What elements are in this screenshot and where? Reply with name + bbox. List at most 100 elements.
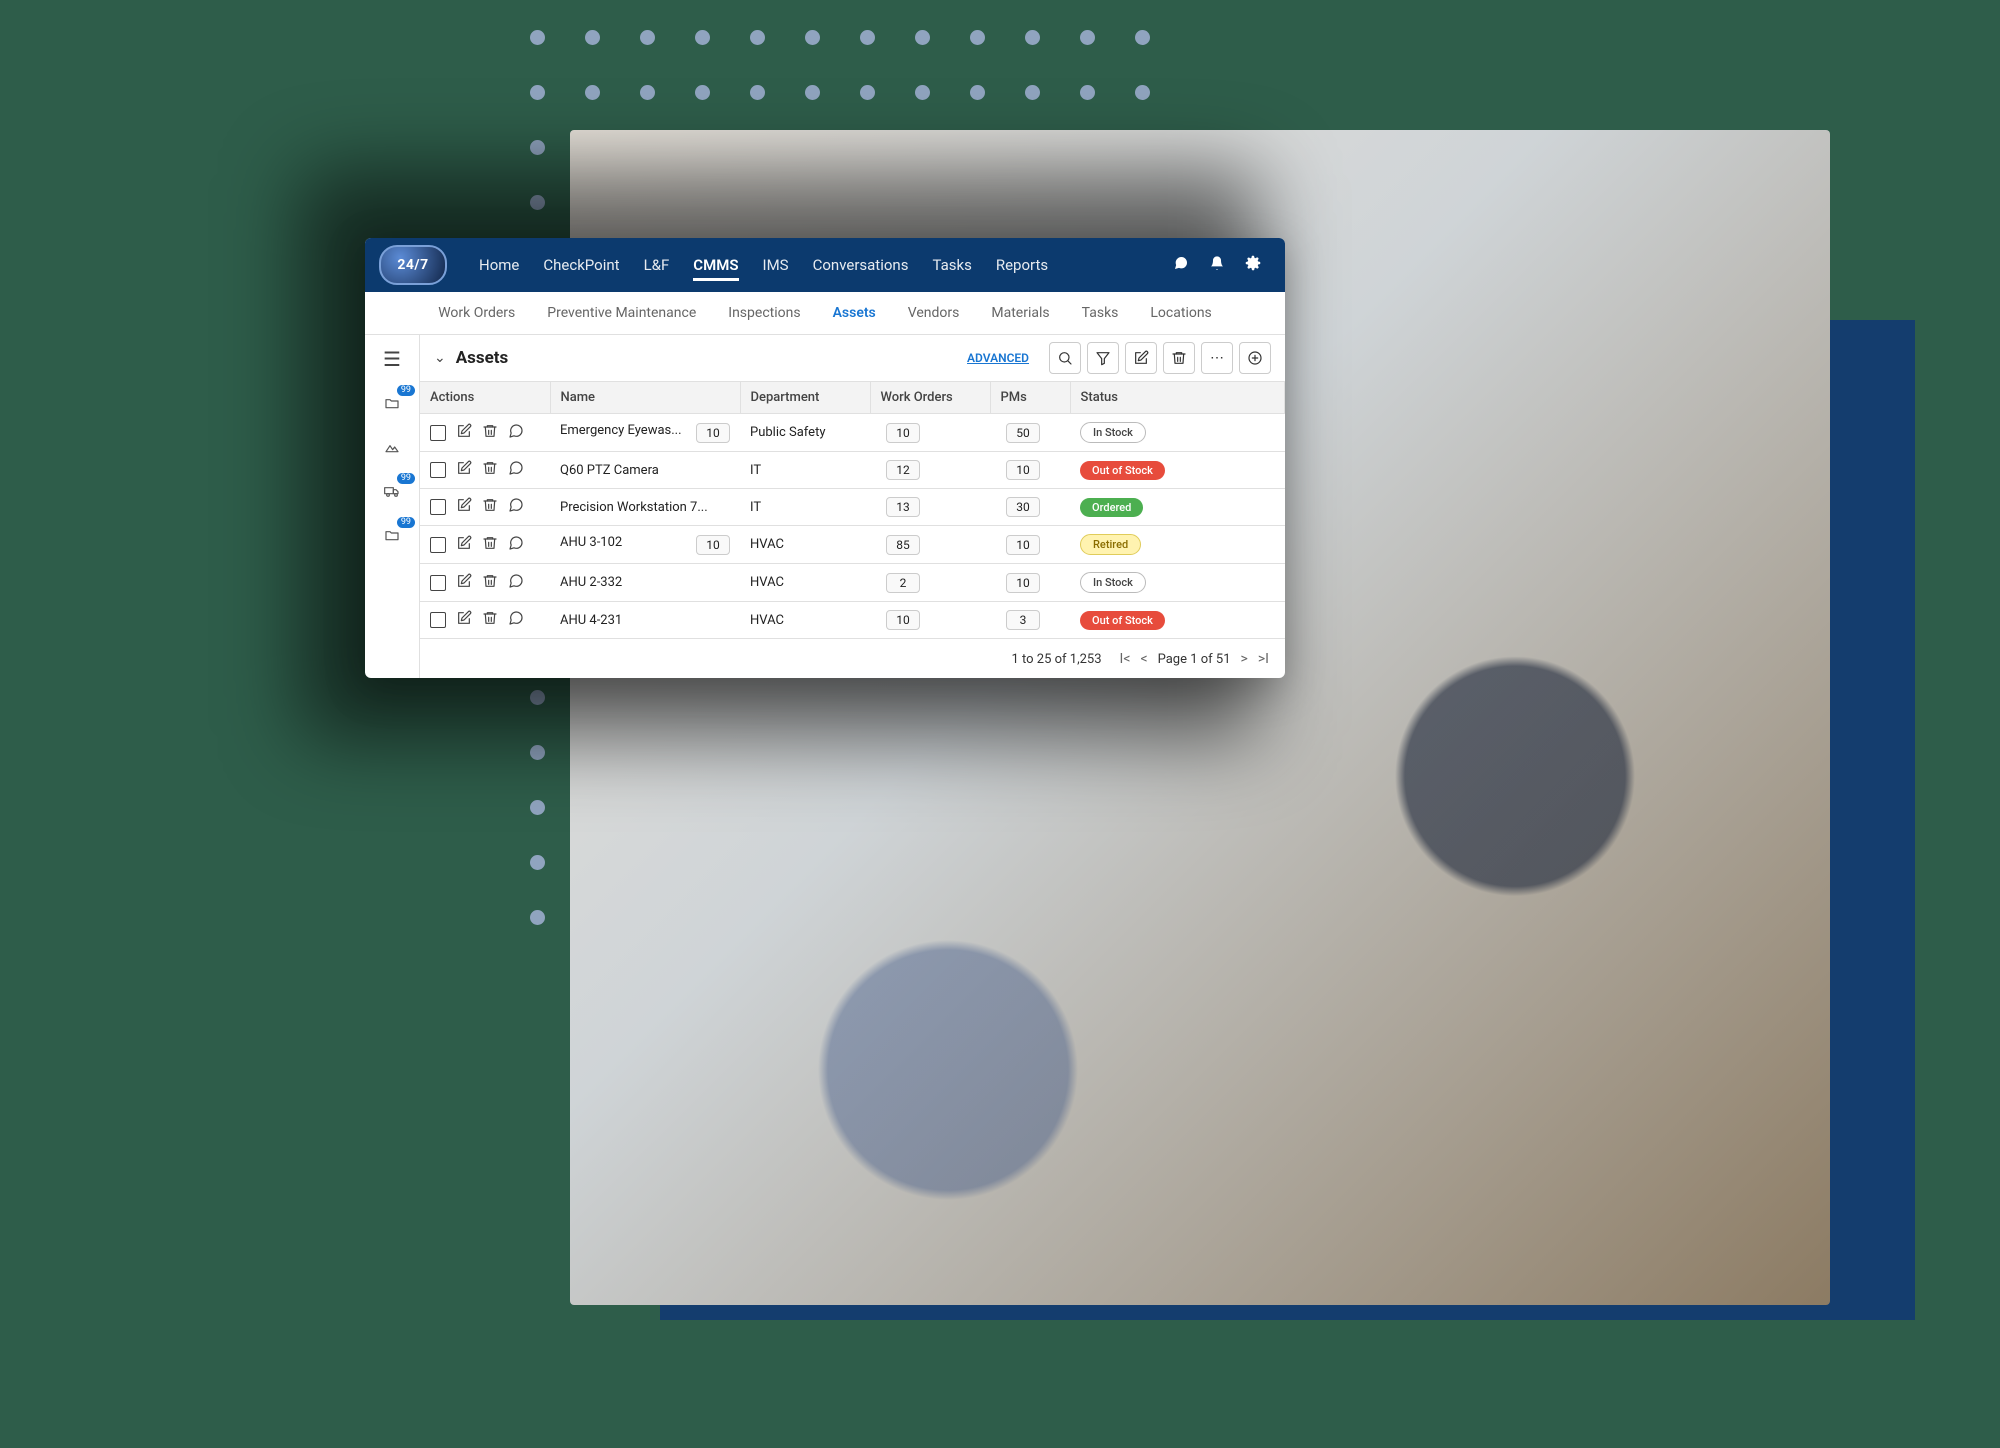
comment-icon[interactable] xyxy=(508,460,524,480)
brand-logo[interactable]: 24/7 xyxy=(379,245,447,285)
row-checkbox[interactable] xyxy=(430,425,446,441)
cell-name: Precision Workstation 7... xyxy=(550,489,740,526)
cell-work-orders: 10 xyxy=(870,414,990,452)
comment-icon[interactable] xyxy=(508,423,524,443)
cell-department: Public Safety xyxy=(740,414,870,452)
table-row: Q60 PTZ CameraIT1210Out of Stock xyxy=(420,452,1285,489)
edit-button[interactable] xyxy=(1125,342,1157,374)
topnav-item-reports[interactable]: Reports xyxy=(996,256,1048,274)
trash-icon[interactable] xyxy=(482,460,498,480)
cell-pms: 50 xyxy=(990,414,1070,452)
sidebar-folder-2[interactable]: 99 xyxy=(377,523,407,547)
comment-icon[interactable] xyxy=(508,610,524,630)
edit-icon[interactable] xyxy=(456,460,472,480)
comment-icon[interactable] xyxy=(508,535,524,555)
edit-icon[interactable] xyxy=(456,423,472,443)
cell-department: IT xyxy=(740,489,870,526)
cell-department: HVAC xyxy=(740,526,870,564)
subnav-tab-work-orders[interactable]: Work Orders xyxy=(438,305,515,321)
subnav-tab-vendors[interactable]: Vendors xyxy=(908,305,960,321)
add-button[interactable] xyxy=(1239,342,1271,374)
subnav-tab-inspections[interactable]: Inspections xyxy=(728,305,800,321)
cell-status: Ordered xyxy=(1070,489,1285,526)
row-checkbox[interactable] xyxy=(430,499,446,515)
table-row: AHU 3-10210HVAC8510Retired xyxy=(420,526,1285,564)
cell-department: IT xyxy=(740,452,870,489)
search-button[interactable] xyxy=(1049,342,1081,374)
column-header-work-orders[interactable]: Work Orders xyxy=(870,382,990,414)
edit-icon[interactable] xyxy=(456,497,472,517)
cell-status: In Stock xyxy=(1070,414,1285,452)
edit-icon[interactable] xyxy=(456,573,472,593)
topnav-item-conversations[interactable]: Conversations xyxy=(813,256,909,274)
cell-work-orders: 13 xyxy=(870,489,990,526)
table-row: Emergency Eyewas...10Public Safety1050In… xyxy=(420,414,1285,452)
trash-icon[interactable] xyxy=(482,535,498,555)
chat-icon[interactable] xyxy=(1167,255,1195,276)
edit-icon[interactable] xyxy=(456,610,472,630)
column-header-name[interactable]: Name xyxy=(550,382,740,414)
prev-page-button[interactable]: < xyxy=(1140,651,1147,667)
cell-name: Q60 PTZ Camera xyxy=(550,452,740,489)
edit-icon[interactable] xyxy=(456,535,472,555)
column-header-department[interactable]: Department xyxy=(740,382,870,414)
advanced-link[interactable]: ADVANCED xyxy=(967,351,1029,365)
subnav-tab-materials[interactable]: Materials xyxy=(991,305,1049,321)
row-checkbox[interactable] xyxy=(430,537,446,553)
chevron-down-icon[interactable]: ⌄ xyxy=(434,350,446,366)
row-checkbox[interactable] xyxy=(430,575,446,591)
cell-work-orders: 12 xyxy=(870,452,990,489)
comment-icon[interactable] xyxy=(508,497,524,517)
filter-button[interactable] xyxy=(1087,342,1119,374)
assets-table: ActionsNameDepartmentWork OrdersPMsStatu… xyxy=(420,382,1285,638)
page-title: Assets xyxy=(456,348,509,368)
cell-department: HVAC xyxy=(740,564,870,602)
cell-status: Out of Stock xyxy=(1070,602,1285,639)
sidebar-image-icon[interactable] xyxy=(377,435,407,459)
cell-name: AHU 4-231 xyxy=(550,602,740,639)
row-checkbox[interactable] xyxy=(430,612,446,628)
topnav-item-tasks[interactable]: Tasks xyxy=(932,256,971,274)
subnav-tab-preventive-maintenance[interactable]: Preventive Maintenance xyxy=(547,305,696,321)
subnav-tab-locations[interactable]: Locations xyxy=(1150,305,1211,321)
cell-name: AHU 2-332 xyxy=(550,564,740,602)
cell-pms: 3 xyxy=(990,602,1070,639)
gear-icon[interactable] xyxy=(1239,255,1267,276)
subnav-tab-tasks[interactable]: Tasks xyxy=(1082,305,1119,321)
sidebar-folder-1[interactable]: 99 xyxy=(377,391,407,415)
last-page-button[interactable]: >I xyxy=(1258,651,1269,667)
cell-pms: 10 xyxy=(990,564,1070,602)
table-row: AHU 2-332HVAC210In Stock xyxy=(420,564,1285,602)
comment-icon[interactable] xyxy=(508,573,524,593)
row-checkbox[interactable] xyxy=(430,462,446,478)
cell-pms: 10 xyxy=(990,526,1070,564)
delete-button[interactable] xyxy=(1163,342,1195,374)
app-window: 24/7 Home CheckPoint L&F CMMS IMS Conversatio… xyxy=(365,238,1285,678)
sidebar-truck-icon[interactable]: 99 xyxy=(377,479,407,503)
first-page-button[interactable]: I< xyxy=(1120,651,1131,667)
badge: 99 xyxy=(397,473,415,484)
cell-pms: 10 xyxy=(990,452,1070,489)
main-content: ⌄ Assets ADVANCED ⋯ ActionsNameDepartmen… xyxy=(420,335,1285,678)
cell-work-orders: 2 xyxy=(870,564,990,602)
bell-icon[interactable] xyxy=(1203,255,1231,276)
trash-icon[interactable] xyxy=(482,423,498,443)
topnav-item-checkpoint[interactable]: CheckPoint xyxy=(543,256,619,274)
topnav-item-ims[interactable]: IMS xyxy=(763,256,789,274)
topnav-item-l-f[interactable]: L&F xyxy=(644,256,670,274)
column-header-actions[interactable]: Actions xyxy=(420,382,550,414)
trash-icon[interactable] xyxy=(482,497,498,517)
column-header-status[interactable]: Status xyxy=(1070,382,1285,414)
subnav-tab-assets[interactable]: Assets xyxy=(833,305,876,321)
column-header-pms[interactable]: PMs xyxy=(990,382,1070,414)
next-page-button[interactable]: > xyxy=(1241,651,1248,667)
cell-department: HVAC xyxy=(740,602,870,639)
trash-icon[interactable] xyxy=(482,573,498,593)
hamburger-icon[interactable]: ☰ xyxy=(383,347,401,371)
topnav-item-home[interactable]: Home xyxy=(479,256,519,274)
topnav-item-cmms[interactable]: CMMS xyxy=(693,256,738,281)
more-button[interactable]: ⋯ xyxy=(1201,342,1233,374)
top-navbar: 24/7 Home CheckPoint L&F CMMS IMS Conversatio… xyxy=(365,238,1285,292)
cell-pms: 30 xyxy=(990,489,1070,526)
trash-icon[interactable] xyxy=(482,610,498,630)
